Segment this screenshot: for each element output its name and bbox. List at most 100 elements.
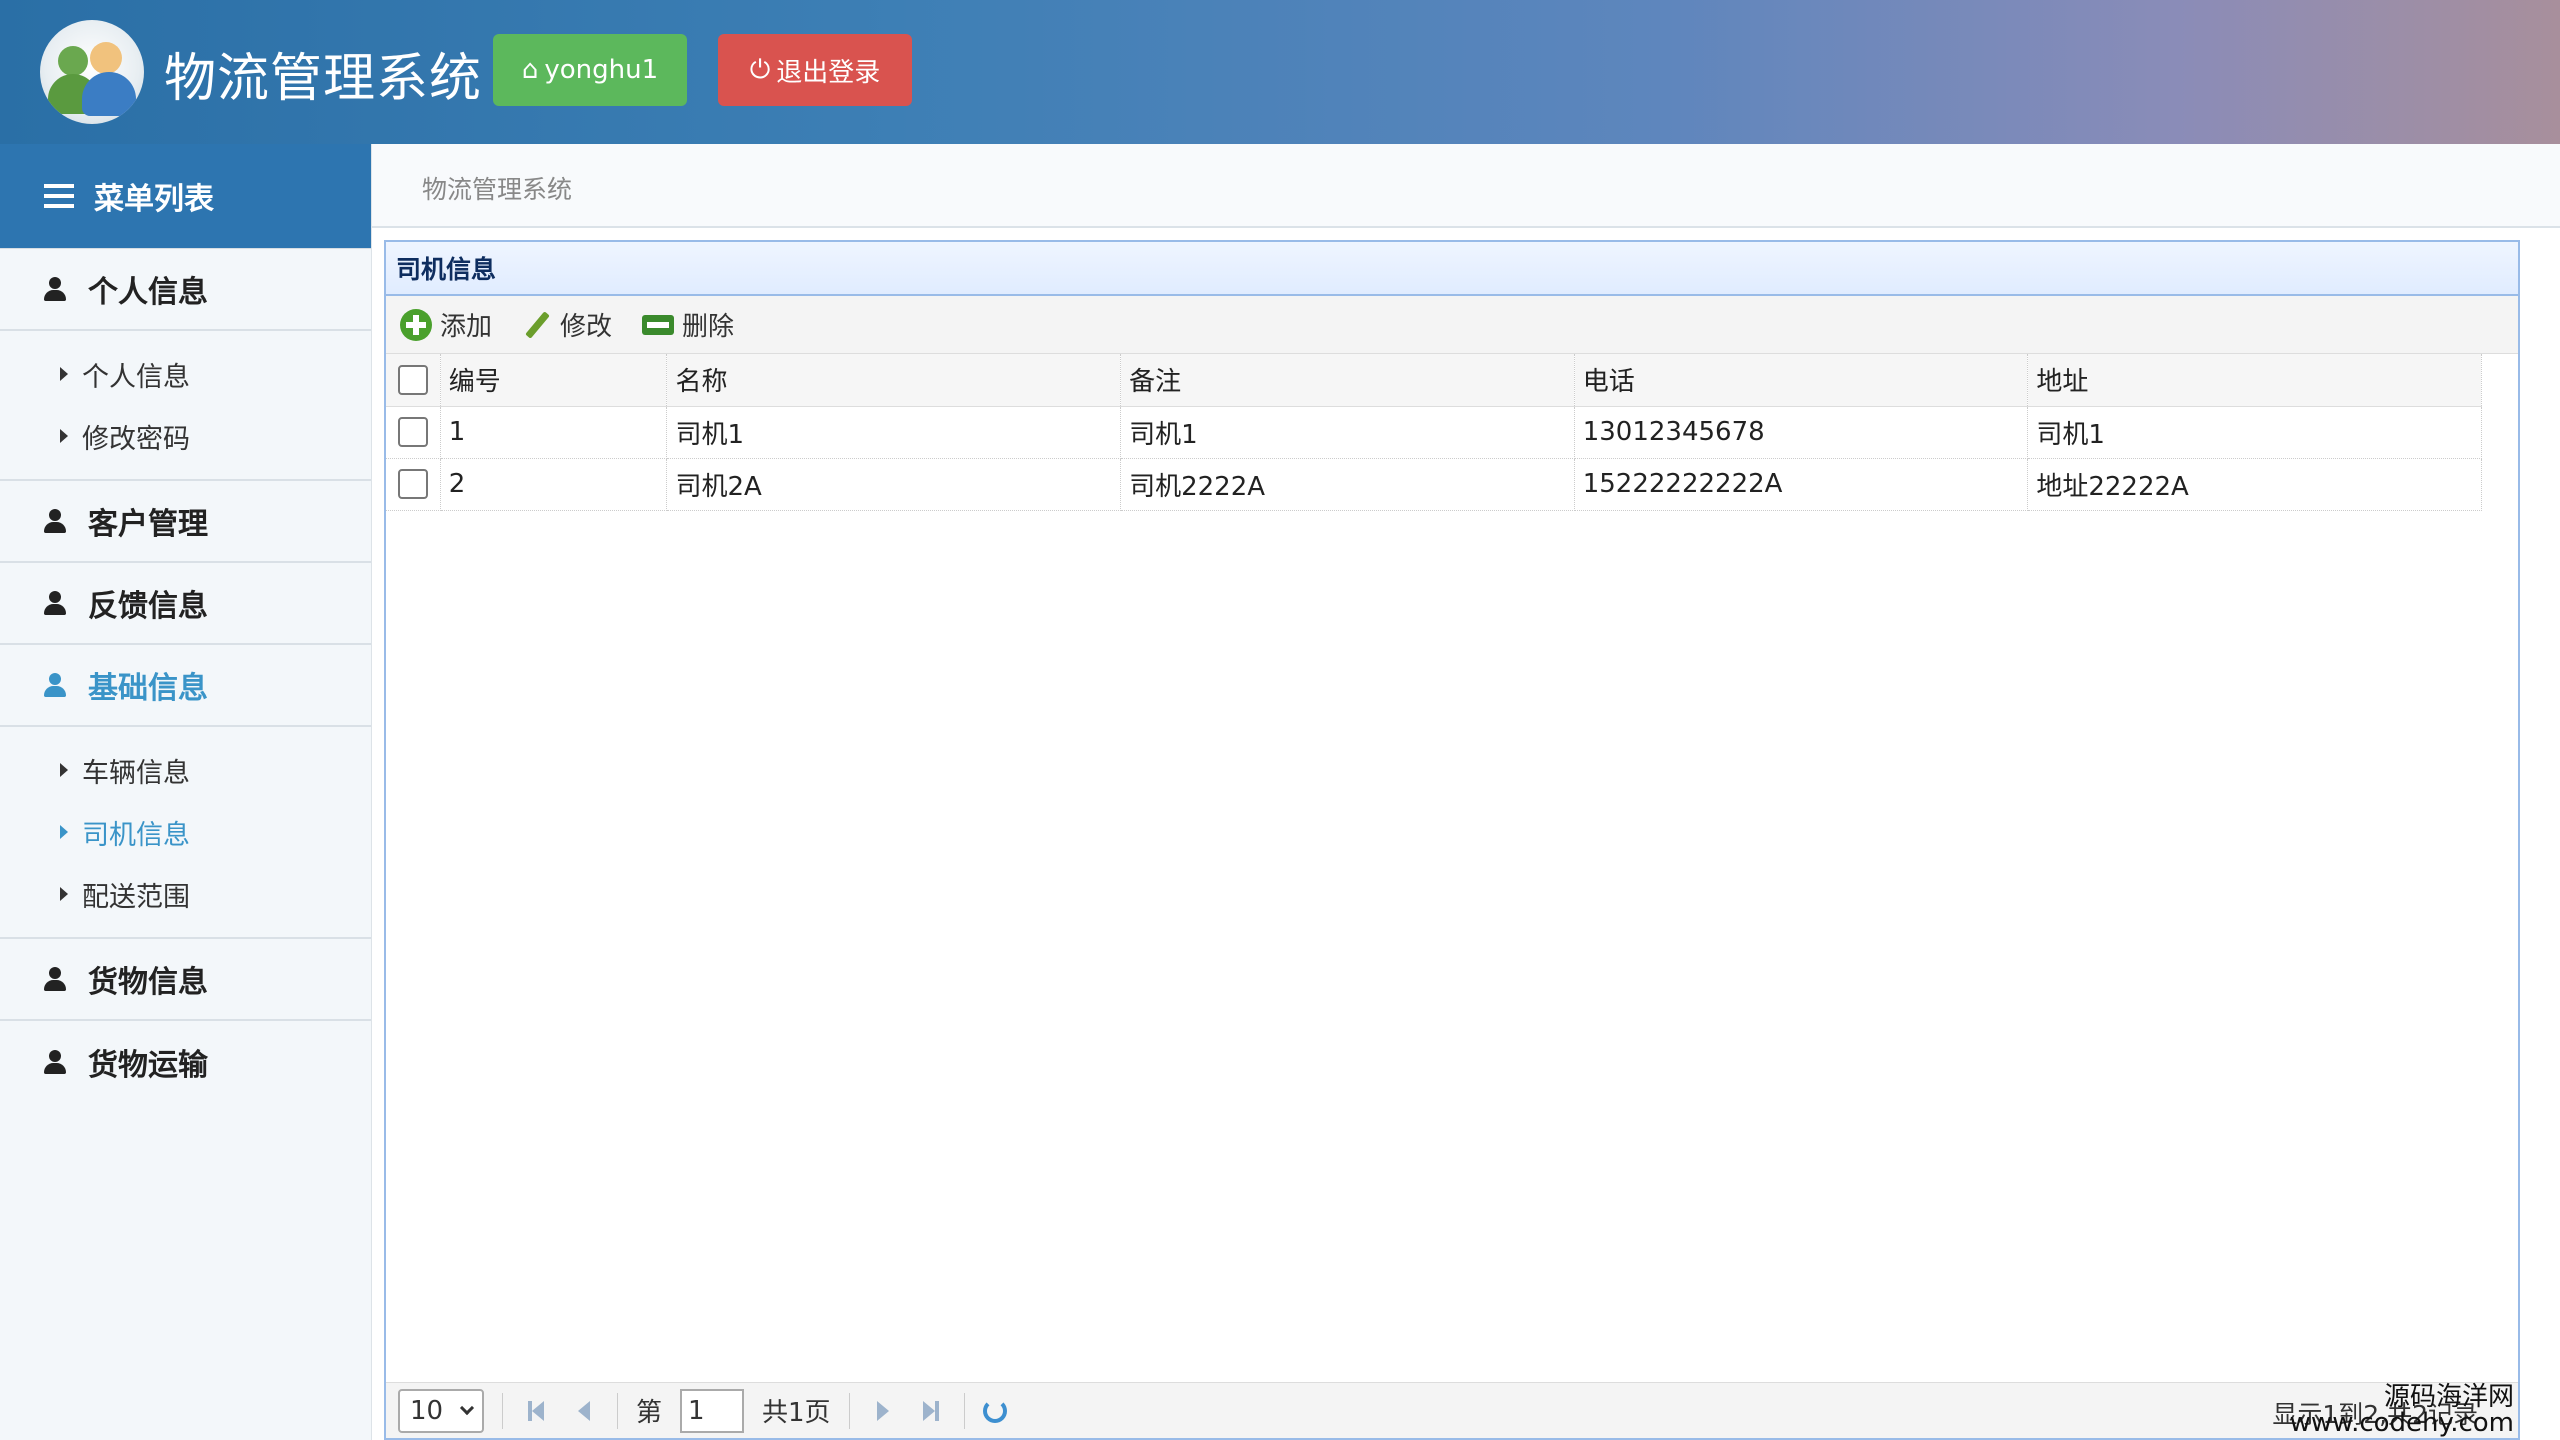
sidebar-item-change-password[interactable]: 修改密码: [0, 405, 371, 467]
table-header-row: 编号 名称 备注 电话 地址: [386, 354, 2482, 407]
sidebar-item-label: 司机信息: [82, 819, 190, 851]
select-all-cell: [386, 354, 441, 407]
column-header-remark[interactable]: 备注: [1120, 354, 1575, 407]
column-header-phone[interactable]: 电话: [1574, 354, 2029, 407]
cell-id: 1: [440, 406, 668, 459]
sidebar-group-basic[interactable]: 基础信息: [0, 645, 371, 727]
breadcrumb-bar: 物流管理系统: [372, 144, 2560, 228]
sidebar-group-label: 基础信息: [88, 671, 208, 706]
sidebar-subs-basic: 车辆信息 司机信息 配送范围: [0, 727, 371, 939]
prev-page-icon: [578, 1400, 590, 1421]
list-icon: [44, 184, 74, 208]
user-icon: [44, 967, 66, 991]
watermark-line2: www.codehy.com: [2289, 1408, 2514, 1438]
select-all-checkbox[interactable]: [398, 365, 428, 395]
sidebar-item-label: 个人信息: [82, 361, 190, 393]
sidebar-item-drivers[interactable]: 司机信息: [0, 801, 371, 863]
add-button-label: 添加: [440, 312, 493, 342]
page-number-input[interactable]: 1: [680, 1388, 745, 1433]
user-icon: [44, 277, 66, 301]
cell-name: 司机2A: [666, 458, 1122, 511]
page-size-value: 10: [410, 1395, 444, 1426]
logout-button-label: 退出登录: [776, 57, 881, 88]
watermark-line1: 源码海洋网: [2383, 1382, 2514, 1412]
user-icon: [44, 673, 66, 697]
user-button[interactable]: ⌂ yonghu1: [493, 34, 687, 106]
add-button[interactable]: 添加: [400, 306, 492, 343]
user-icon: [44, 509, 66, 533]
cell-id: 2: [440, 458, 668, 511]
caret-right-icon: [60, 763, 68, 777]
sidebar-group-customers[interactable]: 客户管理: [0, 481, 371, 563]
caret-right-icon: [60, 429, 68, 443]
column-header-id[interactable]: 编号: [440, 354, 668, 407]
page-prefix: 第: [636, 1398, 663, 1428]
menu-title: 菜单列表: [94, 182, 214, 217]
column-header-address[interactable]: 地址: [2027, 354, 2482, 407]
page-size-select[interactable]: 10: [398, 1388, 484, 1433]
last-page-icon: [934, 1400, 939, 1421]
cell-address: 司机1: [2027, 406, 2482, 459]
divider: [502, 1392, 503, 1429]
cell-phone: 13012345678: [1574, 406, 2029, 459]
cell-remark: 司机1: [1120, 406, 1575, 459]
table-row[interactable]: 2 司机2A 司机2222A 15222222222A 地址22222A: [386, 458, 2482, 511]
user-icon: [44, 591, 66, 615]
sidebar-item-label: 车辆信息: [82, 757, 190, 789]
caret-right-icon: [60, 887, 68, 901]
sidebar-group-personal[interactable]: 个人信息: [0, 249, 371, 331]
sidebar-group-label: 个人信息: [88, 275, 208, 310]
sidebar-group-transport[interactable]: 货物运输: [0, 1021, 371, 1103]
divider: [963, 1392, 965, 1429]
prev-page-button[interactable]: [569, 1396, 599, 1426]
sidebar-group-label: 反馈信息: [88, 589, 208, 624]
delete-button-label: 删除: [682, 312, 735, 342]
row-select-cell: [386, 406, 441, 459]
divider: [617, 1392, 618, 1429]
row-checkbox[interactable]: [398, 469, 428, 500]
sidebar-group-label: 客户管理: [88, 507, 208, 542]
sidebar-item-personal-info[interactable]: 个人信息: [0, 343, 371, 405]
logout-button[interactable]: ⏻ 退出登录: [718, 34, 912, 106]
breadcrumb: 物流管理系统: [422, 175, 573, 204]
first-page-button[interactable]: [521, 1396, 551, 1426]
sidebar-item-label: 配送范围: [82, 881, 190, 913]
sidebar: 菜单列表 个人信息 个人信息 修改密码 客户管理 反馈信息 基础信息 车辆信息: [0, 144, 372, 1440]
refresh-icon[interactable]: [982, 1398, 1007, 1423]
row-checkbox[interactable]: [398, 417, 428, 448]
sidebar-item-label: 修改密码: [82, 423, 190, 455]
sidebar-item-vehicles[interactable]: 车辆信息: [0, 739, 371, 801]
sidebar-group-goods[interactable]: 货物信息: [0, 939, 371, 1021]
caret-right-icon: [60, 825, 68, 839]
cell-address: 地址22222A: [2027, 458, 2482, 511]
first-page-arrow: [532, 1400, 544, 1421]
panel-title: 司机信息: [386, 242, 2518, 296]
cell-name: 司机1: [666, 406, 1122, 459]
top-header: 物流管理系统 ⌂ yonghu1 ⏻ 退出登录: [0, 0, 2560, 144]
edit-button-label: 修改: [560, 312, 613, 342]
edit-button[interactable]: 修改: [522, 306, 612, 343]
page-total: 共1页: [762, 1398, 831, 1428]
last-page-arrow: [922, 1400, 935, 1421]
user-button-label: yonghu1: [544, 55, 659, 85]
power-icon: ⏻: [749, 54, 771, 85]
user-icon: [44, 1050, 66, 1074]
home-icon: ⌂: [521, 55, 539, 85]
last-page-button[interactable]: [916, 1396, 946, 1426]
menu-header: 菜单列表: [0, 144, 371, 249]
divider: [848, 1392, 850, 1429]
delete-button[interactable]: 删除: [642, 306, 734, 343]
next-page-button[interactable]: [868, 1396, 898, 1426]
cell-remark: 司机2222A: [1120, 458, 1575, 511]
table-row[interactable]: 1 司机1 司机1 13012345678 司机1: [386, 406, 2482, 459]
caret-right-icon: [60, 367, 68, 381]
driver-table: 编号 名称 备注 电话 地址 1 司机1 司机1 13012345678 司机1…: [386, 354, 2482, 511]
logo-icon: [40, 20, 144, 124]
next-page-icon: [876, 1400, 889, 1421]
sidebar-item-delivery-range[interactable]: 配送范围: [0, 863, 371, 925]
row-select-cell: [386, 458, 441, 511]
remove-icon: [642, 314, 675, 335]
sidebar-group-feedback[interactable]: 反馈信息: [0, 563, 371, 645]
column-header-name[interactable]: 名称: [666, 354, 1122, 407]
sidebar-group-label: 货物运输: [88, 1048, 208, 1083]
